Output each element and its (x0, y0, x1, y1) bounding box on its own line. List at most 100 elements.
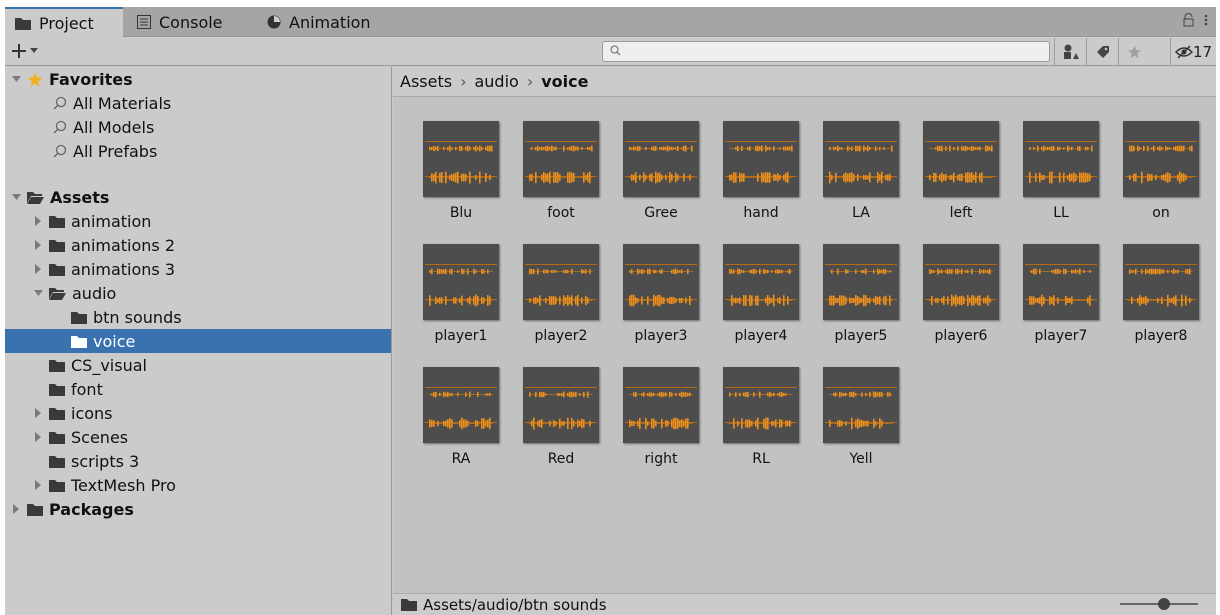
hidden-packages-toggle[interactable]: 17 (1170, 38, 1216, 65)
asset-item[interactable]: RA (413, 367, 509, 477)
asset-item[interactable]: Red (513, 367, 609, 477)
asset-item[interactable]: player6 (913, 244, 1009, 354)
asset-item[interactable]: foot (513, 121, 609, 231)
audio-waveform-thumbnail[interactable] (623, 121, 699, 197)
asset-item[interactable]: player2 (513, 244, 609, 354)
audio-waveform-thumbnail[interactable] (823, 121, 899, 197)
audio-waveform-thumbnail[interactable] (1023, 244, 1099, 320)
animation-icon (267, 15, 281, 29)
expanded-arrow-icon[interactable] (11, 75, 21, 83)
tab-console[interactable]: Console (127, 7, 233, 37)
collapsed-arrow-icon[interactable] (12, 504, 20, 514)
tree-folder-scenes[interactable]: Scenes (5, 425, 391, 449)
audio-waveform-thumbnail[interactable] (423, 367, 499, 443)
console-icon (137, 15, 151, 29)
audio-waveform-thumbnail[interactable] (723, 121, 799, 197)
tree-folder-animation[interactable]: animation (5, 209, 391, 233)
collapsed-arrow-icon[interactable] (34, 408, 42, 418)
asset-item[interactable]: Gree (613, 121, 709, 231)
breadcrumb-item[interactable]: audio (474, 72, 518, 91)
audio-waveform-thumbnail[interactable] (423, 121, 499, 197)
tree-favorites[interactable]: Favorites (5, 67, 391, 91)
zoom-slider-handle[interactable] (1158, 598, 1170, 610)
asset-label: left (949, 205, 973, 221)
toolbar: 17 (5, 37, 1216, 66)
asset-item[interactable]: player7 (1013, 244, 1109, 354)
audio-waveform-thumbnail[interactable] (423, 244, 499, 320)
audio-waveform-thumbnail[interactable] (523, 244, 599, 320)
asset-label: RA (451, 451, 471, 467)
tree-folder-voice[interactable]: voice (5, 329, 391, 353)
tab-animation[interactable]: Animation (257, 7, 381, 37)
asset-label: right (644, 451, 678, 467)
collapsed-arrow-icon[interactable] (34, 216, 42, 226)
more-options-icon[interactable] (1204, 13, 1208, 27)
asset-item[interactable]: LL (1013, 121, 1109, 231)
audio-waveform-thumbnail[interactable] (1023, 121, 1099, 197)
asset-item[interactable]: player5 (813, 244, 909, 354)
expanded-arrow-icon[interactable] (11, 193, 21, 201)
breadcrumb-current[interactable]: voice (541, 72, 588, 91)
audio-waveform-thumbnail[interactable] (623, 367, 699, 443)
audio-waveform-thumbnail[interactable] (723, 244, 799, 320)
asset-item[interactable]: RL (713, 367, 809, 477)
tree-folder-icons[interactable]: icons (5, 401, 391, 425)
audio-waveform-thumbnail[interactable] (823, 244, 899, 320)
search-by-type-button[interactable] (1054, 38, 1086, 65)
tree-folder-btn-sounds[interactable]: btn sounds (5, 305, 391, 329)
audio-waveform-thumbnail[interactable] (523, 367, 599, 443)
search-field[interactable] (602, 41, 1050, 62)
breadcrumb-item[interactable]: Assets (400, 72, 452, 91)
audio-waveform-thumbnail[interactable] (723, 367, 799, 443)
search-icon (610, 45, 621, 56)
star-icon (1128, 45, 1141, 58)
audio-waveform-thumbnail[interactable] (923, 121, 999, 197)
tree-favorite-item[interactable]: All Materials (5, 91, 391, 115)
expanded-arrow-icon[interactable] (33, 289, 43, 297)
tree-folder-font[interactable]: font (5, 377, 391, 401)
asset-item[interactable]: player3 (613, 244, 709, 354)
tree-folder-scripts-3[interactable]: scripts 3 (5, 449, 391, 473)
asset-item[interactable]: player4 (713, 244, 809, 354)
search-input[interactable] (625, 43, 1045, 60)
collapsed-arrow-icon[interactable] (34, 432, 42, 442)
tree-assets[interactable]: Assets (5, 185, 391, 209)
tab-project[interactable]: Project (5, 7, 123, 38)
asset-item[interactable]: on (1113, 121, 1209, 231)
lock-icon[interactable] (1183, 13, 1194, 27)
tree-folder-cs-visual[interactable]: CS_visual (5, 353, 391, 377)
tree-favorite-item[interactable]: All Prefabs (5, 139, 391, 163)
tree-favorite-item[interactable]: All Models (5, 115, 391, 139)
folder-icon (49, 455, 65, 468)
folder-icon (49, 431, 65, 444)
collapsed-arrow-icon[interactable] (34, 480, 42, 490)
tree-folder-animations-3[interactable]: animations 3 (5, 257, 391, 281)
collapsed-arrow-icon[interactable] (34, 264, 42, 274)
asset-item[interactable]: left (913, 121, 1009, 231)
asset-item[interactable]: hand (713, 121, 809, 231)
tree-folder-animations-2[interactable]: animations 2 (5, 233, 391, 257)
collapsed-arrow-icon[interactable] (34, 240, 42, 250)
tree-packages[interactable]: Packages (5, 497, 391, 521)
audio-waveform-thumbnail[interactable] (923, 244, 999, 320)
audio-waveform-thumbnail[interactable] (623, 244, 699, 320)
asset-item[interactable]: player8 (1113, 244, 1209, 354)
folder-label: font (71, 379, 103, 399)
audio-waveform-thumbnail[interactable] (1123, 121, 1199, 197)
asset-label: player4 (734, 328, 788, 344)
audio-waveform-thumbnail[interactable] (523, 121, 599, 197)
asset-item[interactable]: LA (813, 121, 909, 231)
asset-label: hand (743, 205, 779, 221)
tree-folder-textmesh-pro[interactable]: TextMesh Pro (5, 473, 391, 497)
asset-item[interactable]: Blu (413, 121, 509, 231)
create-button[interactable] (11, 40, 38, 62)
search-by-label-button[interactable] (1086, 38, 1118, 65)
save-search-button[interactable] (1118, 38, 1150, 65)
asset-item[interactable]: Yell (813, 367, 909, 477)
audio-waveform-thumbnail[interactable] (823, 367, 899, 443)
zoom-slider[interactable] (1120, 598, 1198, 610)
asset-item[interactable]: right (613, 367, 709, 477)
tree-folder-audio[interactable]: audio (5, 281, 391, 305)
audio-waveform-thumbnail[interactable] (1123, 244, 1199, 320)
asset-item[interactable]: player1 (413, 244, 509, 354)
